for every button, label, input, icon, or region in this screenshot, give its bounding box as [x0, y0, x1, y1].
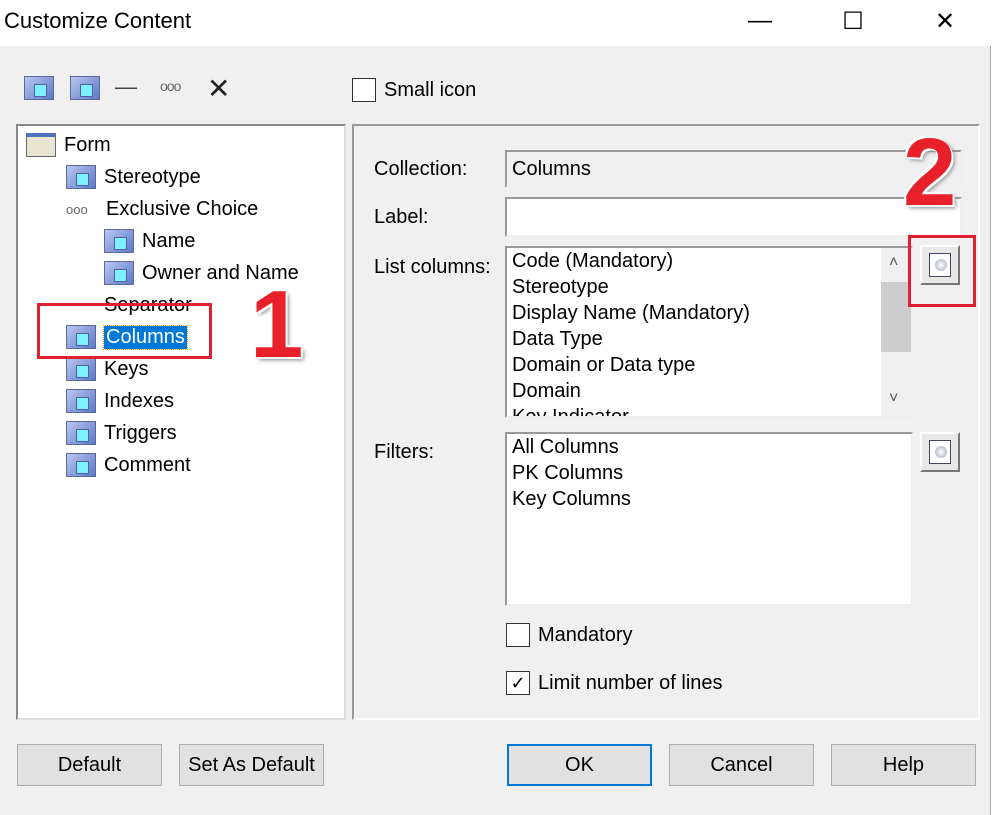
- add-item-icon[interactable]: [24, 76, 54, 100]
- form-icon: [26, 133, 56, 157]
- limit-lines-checkbox[interactable]: ✓ Limit number of lines: [506, 671, 723, 695]
- ok-button[interactable]: OK: [507, 744, 652, 786]
- list-item[interactable]: Display Name (Mandatory): [512, 300, 881, 326]
- maximize-button[interactable]: ☐: [830, 0, 876, 42]
- default-button[interactable]: Default: [17, 744, 162, 786]
- attribute-icon: [66, 165, 96, 189]
- list-columns-list[interactable]: Code (Mandatory) Stereotype Display Name…: [505, 246, 913, 418]
- tree-item-form[interactable]: Form: [26, 130, 111, 160]
- tree-item-label: Stereotype: [104, 165, 201, 188]
- tree-item-label: Indexes: [104, 389, 175, 412]
- list-columns-label: List columns:: [374, 256, 491, 278]
- annotation-box-1: [37, 303, 212, 359]
- help-button[interactable]: Help: [831, 744, 976, 786]
- tree-item-label: Keys: [104, 357, 149, 380]
- list-item[interactable]: Domain: [512, 378, 881, 404]
- annotation-box-2: [908, 235, 976, 307]
- attribute-icon: [66, 453, 96, 477]
- tree-item-label: Comment: [104, 453, 191, 476]
- label-label: Label:: [374, 206, 429, 228]
- scrollbar[interactable]: ˄ ˅: [881, 248, 911, 416]
- list-item[interactable]: Key Columns: [512, 486, 911, 512]
- mandatory-checkbox[interactable]: Mandatory: [506, 623, 633, 647]
- checkbox-box[interactable]: [352, 78, 376, 102]
- close-button[interactable]: ✕: [922, 0, 968, 42]
- list-item[interactable]: Stereotype: [512, 274, 881, 300]
- window-title: Customize Content: [4, 8, 192, 33]
- exclusive-choice-icon: ooo: [66, 201, 88, 217]
- attribute-icon: [66, 357, 96, 381]
- select-icon: [929, 440, 951, 464]
- scrollbar-thumb[interactable]: [881, 282, 911, 352]
- tree-item-label: Name: [142, 229, 196, 252]
- scroll-up-icon[interactable]: ˄: [889, 250, 898, 276]
- minimize-button[interactable]: —: [737, 0, 783, 42]
- attribute-icon: [104, 261, 134, 285]
- checkmark-icon[interactable]: ✓: [506, 671, 530, 695]
- tree-item-triggers[interactable]: Triggers: [66, 418, 177, 448]
- annotation-number-2: 2: [903, 119, 957, 226]
- limit-lines-label: Limit number of lines: [538, 671, 723, 694]
- checkbox-box[interactable]: [506, 623, 530, 647]
- select-filters-button[interactable]: [920, 432, 960, 472]
- scroll-down-icon[interactable]: ˅: [889, 386, 898, 412]
- attribute-icon: [66, 421, 96, 445]
- attribute-icon: [66, 389, 96, 413]
- annotation-number-1: 1: [250, 271, 304, 378]
- tree-item-name[interactable]: Name: [104, 226, 195, 256]
- add-group-icon[interactable]: [70, 76, 100, 100]
- list-item[interactable]: Key Indicator: [512, 404, 881, 416]
- small-icon-label: Small icon: [384, 78, 477, 101]
- list-item[interactable]: All Columns: [512, 434, 911, 460]
- attribute-icon: [104, 229, 134, 253]
- tree-item-label: Triggers: [104, 421, 177, 444]
- cancel-button[interactable]: Cancel: [669, 744, 814, 786]
- background-window-edge: [990, 46, 1000, 815]
- tree-item-label: Exclusive Choice: [106, 197, 259, 220]
- collection-label: Collection:: [374, 158, 468, 180]
- separator-icon[interactable]: —: [115, 74, 137, 100]
- tree-item-label: Form: [64, 133, 111, 156]
- tree-item-exclusive-choice[interactable]: ooo Exclusive Choice: [66, 194, 258, 224]
- list-item[interactable]: PK Columns: [512, 460, 911, 486]
- tree-item-indexes[interactable]: Indexes: [66, 386, 174, 416]
- tree-item-comment[interactable]: Comment: [66, 450, 191, 480]
- exclusive-choice-icon[interactable]: ooo: [160, 78, 181, 94]
- label-input[interactable]: [505, 197, 962, 237]
- list-item[interactable]: Domain or Data type: [512, 352, 881, 378]
- small-icon-checkbox[interactable]: Small icon: [352, 78, 476, 102]
- content-tree[interactable]: Form Stereotype ooo Exclusive Choice Name…: [16, 124, 346, 720]
- title-bar: Customize Content — ☐ ✕: [0, 0, 1000, 46]
- list-item[interactable]: Code (Mandatory): [512, 248, 881, 274]
- tree-item-stereotype[interactable]: Stereotype: [66, 162, 201, 192]
- set-as-default-button[interactable]: Set As Default: [179, 744, 324, 786]
- filters-list[interactable]: All Columns PK Columns Key Columns: [505, 432, 913, 606]
- delete-icon[interactable]: ✕: [207, 72, 230, 105]
- filters-label: Filters:: [374, 441, 434, 463]
- collection-field: Columns: [505, 150, 962, 188]
- list-item[interactable]: Data Type: [512, 326, 881, 352]
- mandatory-label: Mandatory: [538, 623, 633, 646]
